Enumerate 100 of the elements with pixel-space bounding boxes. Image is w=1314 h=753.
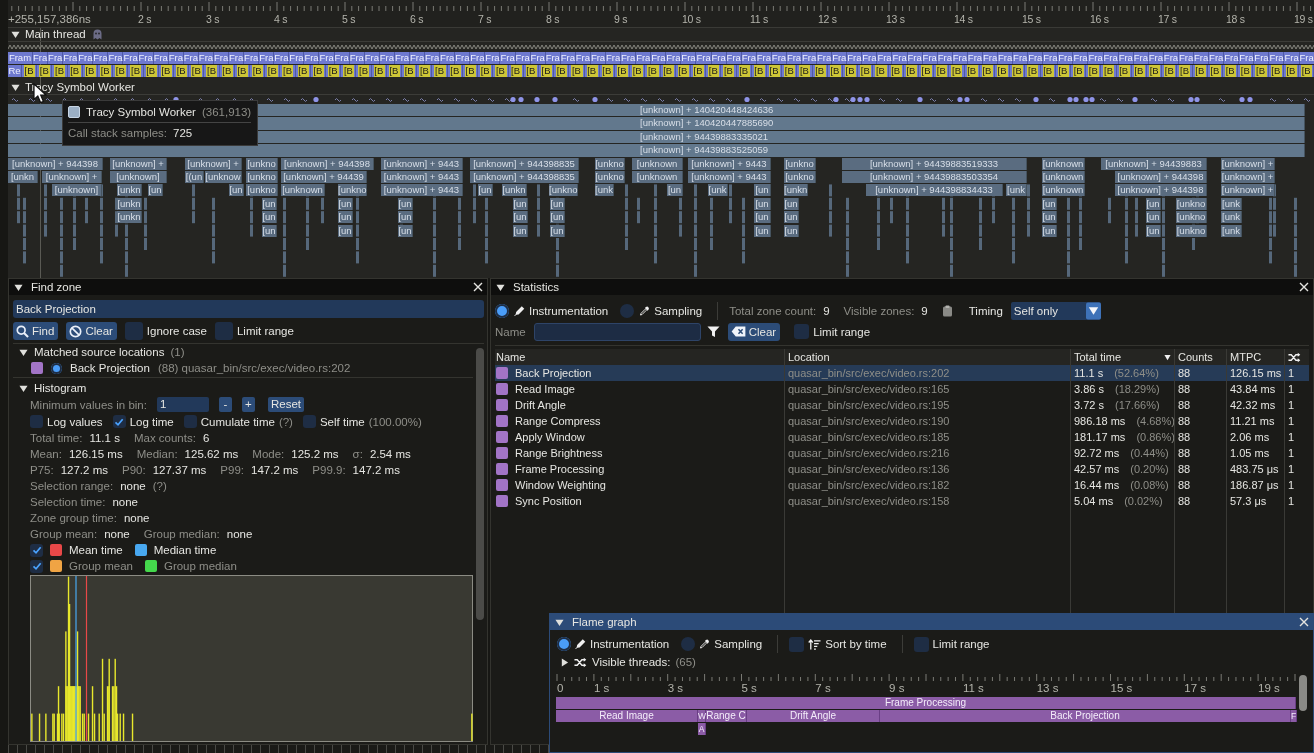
call-stack-block[interactable]: [unkno — [784, 171, 816, 183]
zone-block[interactable]: [B — [204, 65, 220, 77]
zone-block[interactable]: [B — [493, 65, 509, 77]
disclosure-triangle-icon[interactable] — [11, 30, 20, 39]
disclosure-triangle-icon[interactable] — [496, 282, 505, 292]
zone-block[interactable]: [B — [356, 65, 372, 77]
call-stack-block[interactable]: [un — [1042, 197, 1057, 210]
call-stack-block[interactable]: [unknown] + 944398835 — [470, 171, 579, 183]
zone-block[interactable]: [B — [341, 65, 357, 77]
call-stack-block[interactable]: [unkno — [1176, 197, 1207, 210]
zone-block[interactable]: [B — [721, 65, 737, 77]
call-stack-block[interactable]: [unknown] + — [42, 171, 102, 183]
increment-button[interactable]: + — [241, 397, 255, 412]
zone-block[interactable]: Fra — [892, 52, 908, 64]
table-row[interactable]: Drift Angle quasar_bin/src/exec/video.rs:195 3.72 s (17.66%) 88 42.32 ms 1 — [495, 397, 1309, 413]
call-stack-block[interactable]: [un — [754, 211, 771, 224]
zone-block[interactable]: Fra — [1043, 52, 1059, 64]
zone-block[interactable]: [B — [1177, 65, 1193, 77]
zone-block[interactable]: Fra — [817, 52, 833, 64]
zone-block[interactable]: [B — [402, 65, 418, 77]
checkbox[interactable] — [214, 322, 233, 340]
call-stack-block[interactable]: [un — [478, 184, 493, 197]
filter-icon[interactable] — [706, 325, 720, 338]
checkbox[interactable] — [30, 415, 43, 428]
zone-block[interactable]: Fra — [289, 52, 305, 64]
zone-block[interactable]: [B — [1086, 65, 1102, 77]
close-icon[interactable] — [473, 282, 483, 292]
zone-block[interactable]: [B — [995, 65, 1011, 77]
call-stack-block[interactable]: [unkno — [595, 157, 625, 170]
table-row[interactable]: Window Weighting quasar_bin/src/exec/video.rs:182 16.44 ms (0.08%) 88 186.87 μs 1 — [495, 477, 1309, 493]
zone-block[interactable]: Fra — [1269, 52, 1285, 64]
zone-block[interactable]: Fra — [1058, 52, 1074, 64]
zone-block[interactable]: Fra — [304, 52, 320, 64]
close-icon[interactable] — [1299, 282, 1309, 292]
table-row[interactable]: Range Compress quasar_bin/src/exec/video.rs:190 986.18 ms (4.68%) 88 11.21 ms 1 — [495, 413, 1309, 429]
zone-block[interactable]: Fra — [666, 52, 682, 64]
zone-block[interactable]: Fra — [48, 52, 64, 64]
zone-block[interactable]: [B — [1253, 65, 1269, 77]
zone-block[interactable]: Fra — [1239, 52, 1255, 64]
call-stack-block[interactable]: [un — [1146, 197, 1161, 210]
call-stack-block[interactable]: [un — [398, 211, 413, 224]
zone-block[interactable]: [B — [280, 65, 296, 77]
call-stack-block[interactable]: [unkno — [1176, 224, 1207, 237]
zone-block[interactable]: [B — [37, 65, 53, 77]
table-row[interactable]: Read Image quasar_bin/src/exec/video.rs:165 3.86 s (18.29%) 88 43.84 ms 1 — [495, 381, 1309, 397]
flame-block[interactable]: Drift Angle — [747, 710, 880, 722]
zone-block[interactable]: [B — [174, 65, 190, 77]
zone-block[interactable]: [B — [1147, 65, 1163, 77]
call-stack-block[interactable]: [un — [1042, 224, 1057, 237]
call-stack-block[interactable]: [unkno — [246, 157, 278, 170]
call-stack-block[interactable]: [un — [338, 224, 353, 237]
zone-block[interactable]: Fra — [63, 52, 79, 64]
title-bar[interactable]: Flame graph — [550, 614, 1313, 630]
zone-name[interactable]: Back Projection — [70, 362, 150, 374]
zone-block[interactable]: Fra — [319, 52, 335, 64]
find-button[interactable]: Find — [13, 322, 59, 340]
zone-block[interactable]: Fra — [78, 52, 94, 64]
zone-block[interactable]: [B — [1238, 65, 1254, 77]
column-header[interactable]: Name — [495, 349, 784, 365]
zone-block[interactable]: Fra — [998, 52, 1014, 64]
call-stack-block[interactable]: [unknown] + 94439883525059 — [8, 144, 1305, 157]
zone-block[interactable]: Fra — [621, 52, 637, 64]
call-stack-block[interactable]: [unkno — [549, 184, 578, 197]
shuffle-icon[interactable] — [574, 655, 587, 669]
zone-block[interactable]: [B — [478, 65, 494, 77]
call-stack-block[interactable]: [un — [784, 197, 799, 210]
zone-block[interactable]: [B — [1299, 65, 1314, 77]
call-stack-block[interactable]: [unk — [1221, 224, 1242, 237]
call-stack-block[interactable]: [unknown] + — [1221, 184, 1275, 197]
clear-button[interactable]: Clear — [727, 322, 781, 341]
tree-node-label[interactable]: Matched source locations — [34, 346, 165, 358]
call-stack-block[interactable]: [un — [784, 211, 799, 224]
tree-node-label[interactable]: Histogram — [34, 382, 87, 394]
call-stack-block[interactable]: [un — [667, 184, 683, 197]
call-stack-block[interactable]: [(un — [185, 171, 204, 183]
call-stack-block[interactable]: [unknown] + 944398 — [1115, 184, 1207, 197]
zone-block[interactable]: Fra — [244, 52, 260, 64]
radio-button[interactable] — [557, 637, 571, 651]
call-stack-block[interactable]: [unknown] + 9443 — [381, 171, 463, 183]
table-row[interactable]: Frame Processing quasar_bin/src/exec/video.rs:136 42.57 ms (0.20%) 88 483.75 μs 1 — [495, 461, 1309, 477]
checkbox[interactable] — [789, 636, 805, 652]
zone-block[interactable]: Fram — [8, 52, 33, 64]
call-stack-block[interactable]: [unknown] + 9443 — [688, 171, 771, 183]
call-stack-block[interactable]: [un — [550, 211, 565, 224]
zone-block[interactable]: Fra — [485, 52, 501, 64]
call-stack-block[interactable]: [un — [398, 224, 413, 237]
clear-button[interactable]: Clear — [66, 322, 117, 340]
call-stack-block[interactable]: [un — [148, 184, 163, 197]
call-stack-block[interactable]: [un — [550, 224, 565, 237]
call-stack-block[interactable]: [un — [754, 197, 771, 210]
call-stack-block[interactable]: [unknown] + 9443 — [381, 184, 463, 197]
call-stack-block[interactable]: [un — [550, 197, 565, 210]
zone-block[interactable]: [B — [98, 65, 114, 77]
zone-block[interactable]: Fra — [877, 52, 893, 64]
call-stack-block[interactable]: [unknow — [205, 171, 242, 183]
disclosure-triangle-icon[interactable] — [19, 347, 28, 357]
call-stack-block[interactable]: [unknown] + 944398 — [281, 157, 374, 170]
call-stack-block[interactable]: [un — [1146, 224, 1161, 237]
call-stack-block[interactable]: [unk — [1221, 197, 1242, 210]
flame-block[interactable]: Frame Processing — [556, 697, 1296, 709]
